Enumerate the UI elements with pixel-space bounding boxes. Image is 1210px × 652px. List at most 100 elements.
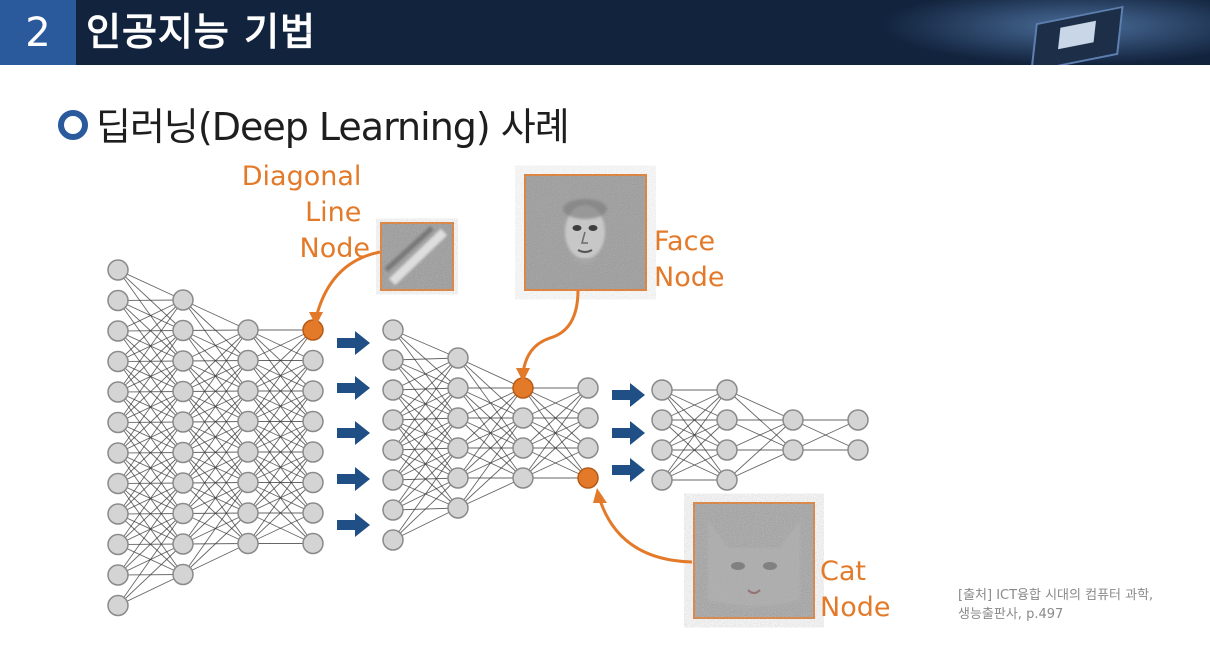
network-node	[651, 439, 673, 461]
network-node	[237, 349, 259, 372]
network-edge	[117, 513, 184, 606]
right-arrow-icon	[337, 513, 370, 537]
network-node	[237, 319, 259, 341]
network-node	[577, 407, 599, 429]
network-node	[447, 467, 469, 489]
network-node	[382, 529, 404, 551]
highlighted-node	[577, 467, 599, 489]
caption-line-1: [출처] ICT융합 시대의 컴퓨터 과학,	[958, 588, 1154, 603]
network-edge	[392, 357, 459, 451]
network-node	[107, 411, 129, 434]
network-node	[447, 407, 469, 429]
network-edge	[726, 449, 794, 481]
face-feature-image	[524, 174, 647, 291]
network-node	[847, 439, 869, 461]
network-node	[382, 409, 404, 431]
network-node	[512, 407, 534, 429]
network-edge	[182, 482, 249, 575]
network-node	[107, 442, 129, 464]
cat-connector-arrowhead	[593, 488, 607, 503]
network-node	[302, 532, 324, 555]
network-node	[172, 441, 194, 464]
network-node	[237, 502, 259, 524]
network-node	[107, 289, 129, 312]
network-node	[716, 439, 738, 461]
network-node	[651, 379, 673, 401]
cat-connector	[598, 499, 693, 564]
network-node	[382, 439, 404, 461]
network-node	[172, 289, 194, 311]
network-node	[172, 563, 194, 586]
network-node	[302, 349, 324, 372]
network-node	[847, 409, 869, 431]
network-node	[382, 349, 404, 371]
network-node	[577, 437, 599, 459]
network-node	[302, 441, 324, 463]
network-node	[107, 320, 129, 342]
network-node	[107, 564, 129, 586]
network-node	[107, 503, 129, 525]
network-node	[172, 319, 194, 342]
network-node	[172, 502, 194, 525]
face-connector	[521, 289, 580, 375]
network-node	[447, 437, 469, 459]
highlighted-node	[302, 319, 324, 341]
network-node	[577, 377, 599, 399]
right-arrow-icon	[337, 331, 370, 355]
network-node	[172, 533, 194, 555]
network-node	[237, 532, 259, 555]
right-arrow-icon	[337, 376, 370, 400]
network-node	[716, 409, 738, 431]
network-node	[782, 409, 804, 431]
network-edge	[392, 387, 459, 481]
diagonal-label: Diagonal Line Node	[242, 161, 370, 264]
network-node	[302, 502, 324, 524]
right-arrow-icon	[337, 467, 370, 491]
network-node	[107, 381, 129, 403]
network-edge	[457, 417, 524, 509]
cat-label: Cat Node	[820, 556, 890, 623]
network-node	[172, 350, 194, 372]
network-node	[651, 409, 673, 431]
network-edge	[726, 389, 794, 421]
right-arrow-icon	[612, 458, 645, 482]
right-arrow-icon	[612, 421, 645, 445]
network-node	[447, 347, 469, 369]
network-node	[382, 469, 404, 491]
network-node	[302, 410, 324, 433]
network-node	[107, 472, 129, 495]
face-label: Face Node	[654, 226, 724, 293]
cat-feature-image	[693, 502, 815, 619]
network-node	[382, 499, 404, 521]
network-edge	[392, 447, 459, 541]
network-node	[237, 410, 259, 433]
diagonal-line-feature-image	[380, 222, 454, 291]
network-node	[107, 594, 129, 617]
network-node	[172, 472, 194, 494]
network-node	[172, 380, 194, 403]
network-node	[716, 469, 738, 491]
network-node	[782, 439, 804, 461]
network-node	[512, 437, 534, 459]
caption-line-2: 생능출판사, p.497	[958, 607, 1064, 622]
network-node	[237, 380, 259, 402]
network-node	[382, 379, 404, 401]
network-node	[302, 471, 324, 494]
right-arrow-icon	[337, 421, 370, 445]
network-node	[447, 377, 469, 399]
network-node	[237, 441, 259, 463]
deep-learning-diagram: Diagonal Line Node Face Node Cat Node	[107, 161, 890, 623]
network-node	[172, 411, 194, 433]
right-arrow-icon	[612, 383, 645, 407]
network-node	[512, 467, 534, 489]
network-node	[651, 469, 673, 491]
network-node	[107, 533, 129, 556]
network-node	[716, 379, 738, 401]
network-node	[107, 259, 129, 281]
source-caption: [출처] ICT융합 시대의 컴퓨터 과학, 생능출판사, p.497	[958, 586, 1153, 624]
network-node	[382, 319, 404, 341]
network-edge	[392, 417, 459, 511]
network-node	[237, 471, 259, 494]
network-node	[447, 497, 469, 519]
network-node	[302, 380, 324, 402]
